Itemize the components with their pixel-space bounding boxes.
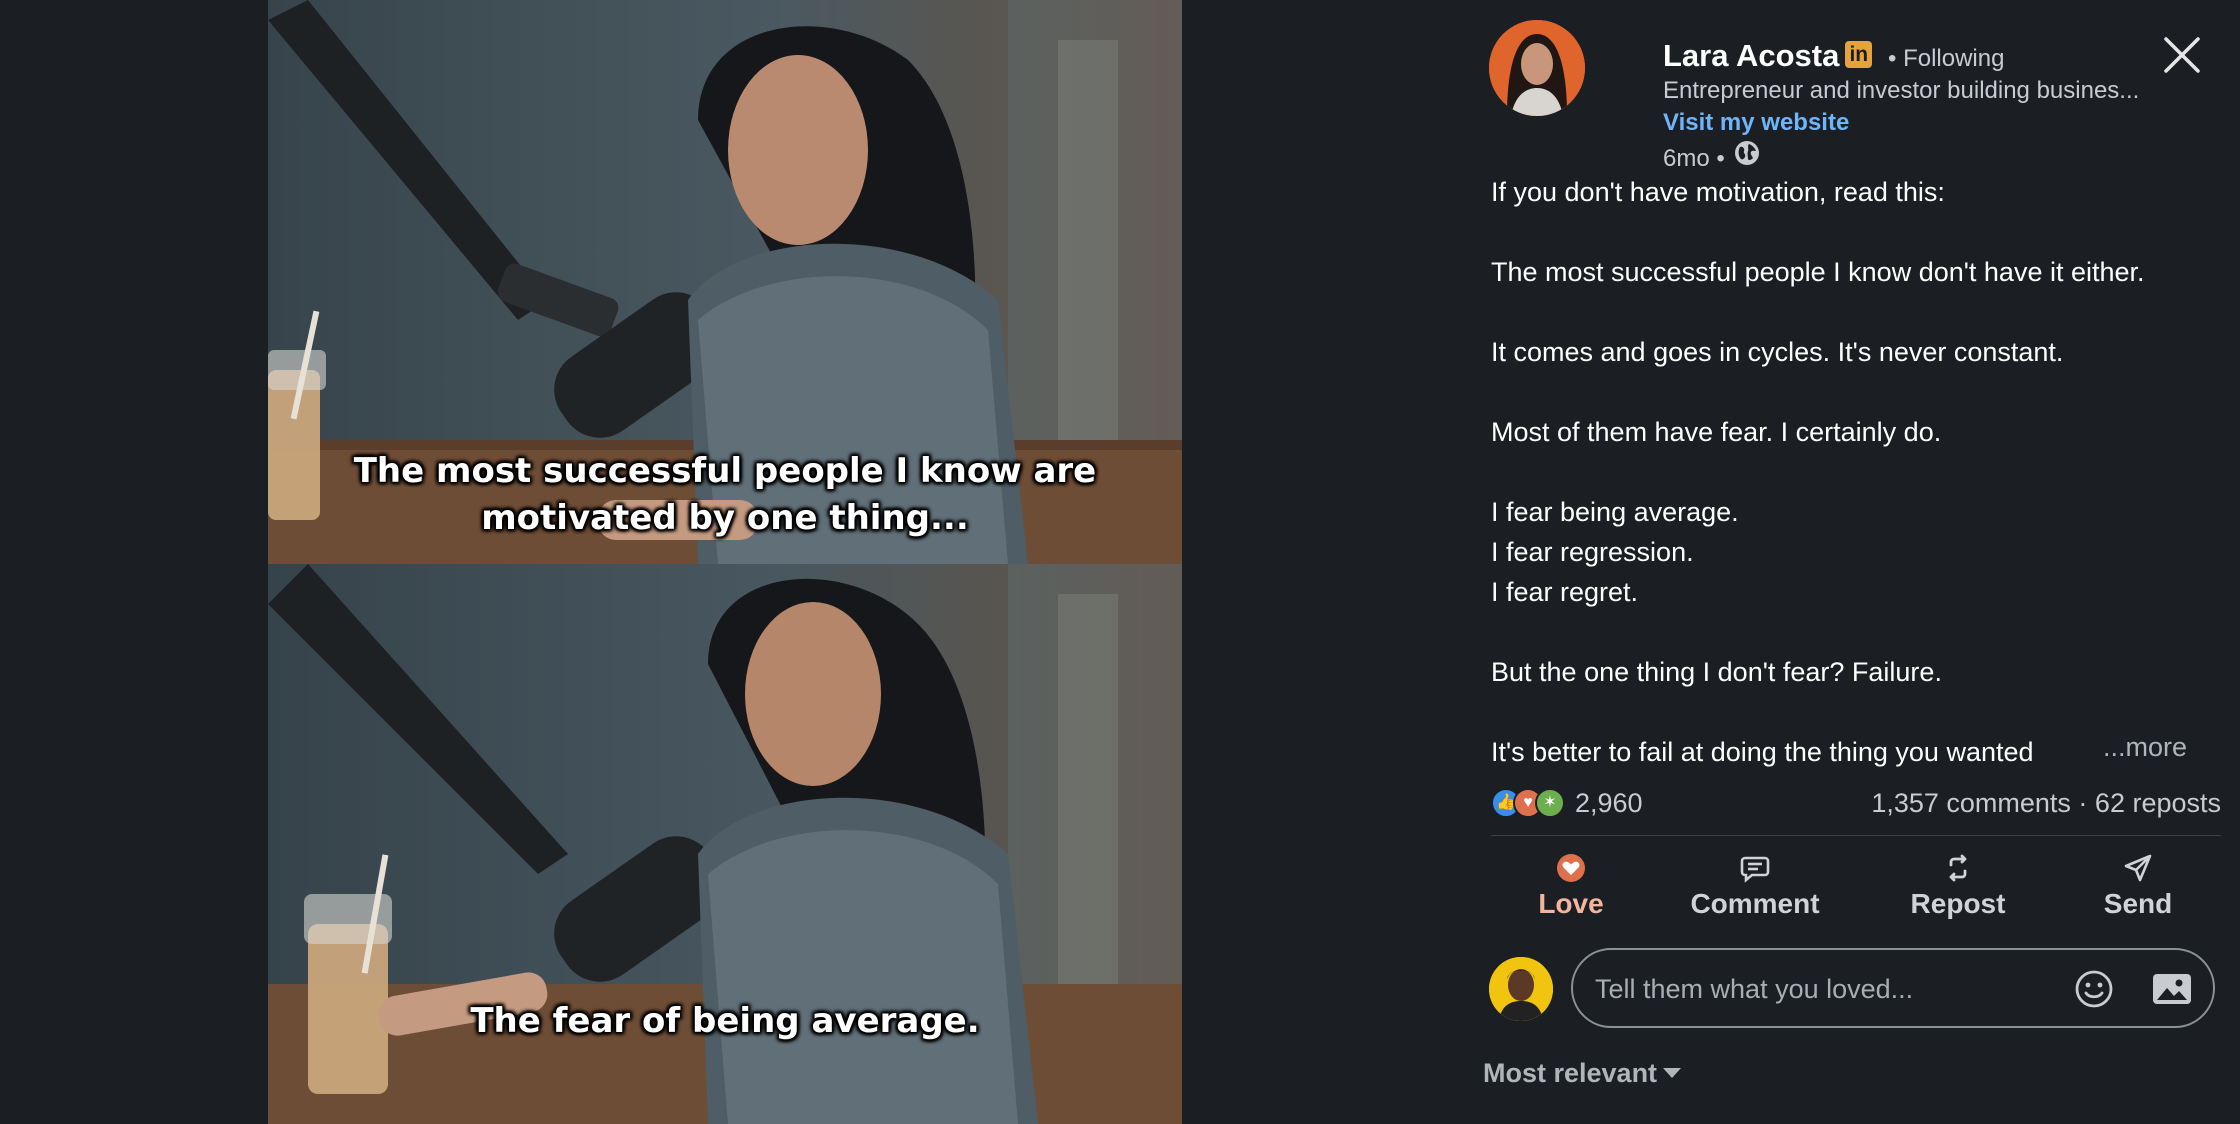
post-line: It comes and goes in cycles. It's never …	[1491, 337, 2064, 367]
close-button[interactable]	[2157, 30, 2207, 80]
reaction-icons[interactable]: 👍 ♥ ✶	[1491, 786, 1573, 820]
current-user-avatar[interactable]	[1489, 957, 1553, 1021]
comment-button[interactable]: Comment	[1675, 846, 1835, 926]
see-more-link[interactable]: ...more	[2103, 732, 2187, 763]
send-label: Send	[2103, 888, 2173, 919]
post-actions: Love Comment Repost Send	[1491, 846, 2221, 926]
author-avatar[interactable]	[1489, 20, 1585, 116]
repost-label: Repost	[1910, 888, 2006, 919]
video-frame-bottom: The fear of being average.	[268, 564, 1182, 1124]
comment-icon	[1740, 856, 1770, 883]
author-avatar-image	[1489, 20, 1585, 116]
comment-box[interactable]	[1571, 948, 2215, 1028]
linkedin-premium-badge: in	[1845, 41, 1873, 69]
love-button[interactable]: Love	[1521, 846, 1621, 926]
post-line: Most of them have fear. I certainly do.	[1491, 417, 1942, 447]
video-frame-top: The most successful people I know are mo…	[268, 0, 1182, 564]
author-name[interactable]: Lara Acosta in	[1663, 38, 1873, 74]
post-author-header: Lara Acosta in • Following Entrepreneur a…	[1489, 18, 2149, 172]
close-icon	[2164, 37, 2200, 73]
author-name-text: Lara Acosta	[1663, 38, 1840, 73]
author-headline: Entrepreneur and investor building busin…	[1663, 77, 2140, 104]
reaction-count[interactable]: 2,960	[1575, 788, 1643, 819]
post-line: But the one thing I don't fear? Failure.	[1491, 657, 1942, 687]
actions-divider	[1491, 835, 2221, 836]
post-line: I fear regret.	[1491, 577, 1639, 607]
comment-composer	[1489, 948, 2221, 1032]
love-reaction-icon	[1557, 854, 1585, 882]
comment-input[interactable]	[1593, 968, 2057, 1010]
comments-reposts-count[interactable]: 1,357 comments · 62 reposts	[1871, 788, 2221, 819]
celebrate-icon: ✶	[1535, 788, 1565, 818]
comment-label: Comment	[1690, 888, 1820, 919]
post-line: I fear being average.	[1491, 497, 1739, 527]
sort-label: Most relevant	[1483, 1058, 1658, 1088]
caret-down-icon	[1663, 1067, 1682, 1078]
post-line: I fear regression.	[1491, 537, 1694, 567]
following-status: • Following	[1888, 45, 2005, 72]
video-caption-bottom: The fear of being average.	[470, 1001, 980, 1041]
video-caption-top: The most successful people I know are mo…	[353, 451, 1097, 538]
media-viewer[interactable]: The most successful people I know are mo…	[0, 0, 1437, 1124]
repost-button[interactable]: Repost	[1883, 846, 2033, 926]
post-line: The most successful people I know don't …	[1491, 257, 2145, 287]
post-text: If you don't have motivation, read this:…	[1491, 172, 2221, 772]
sort-comments-dropdown[interactable]: Most relevant	[1483, 1058, 1682, 1089]
love-label: Love	[1538, 888, 1604, 919]
globe-icon	[1733, 139, 1761, 174]
post-time: 6mo •	[1663, 144, 1725, 172]
image-icon	[2153, 974, 2191, 1004]
post-line: If you don't have motivation, read this:	[1491, 177, 1945, 207]
post-detail-panel: Lara Acosta in • Following Entrepreneur a…	[1437, 0, 2240, 1124]
visit-website-link[interactable]: Visit my website	[1663, 109, 1849, 137]
send-icon	[2124, 854, 2152, 882]
send-button[interactable]: Send	[2083, 846, 2193, 926]
current-user-avatar-image	[1489, 957, 1553, 1021]
emoji-button[interactable]	[2073, 968, 2115, 1010]
repost-icon	[1949, 854, 1967, 882]
add-image-button[interactable]	[2151, 969, 2193, 1009]
social-counts: 👍 ♥ ✶ 2,960 1,357 comments · 62 reposts	[1491, 786, 2221, 822]
emoji-icon	[2075, 970, 2113, 1008]
